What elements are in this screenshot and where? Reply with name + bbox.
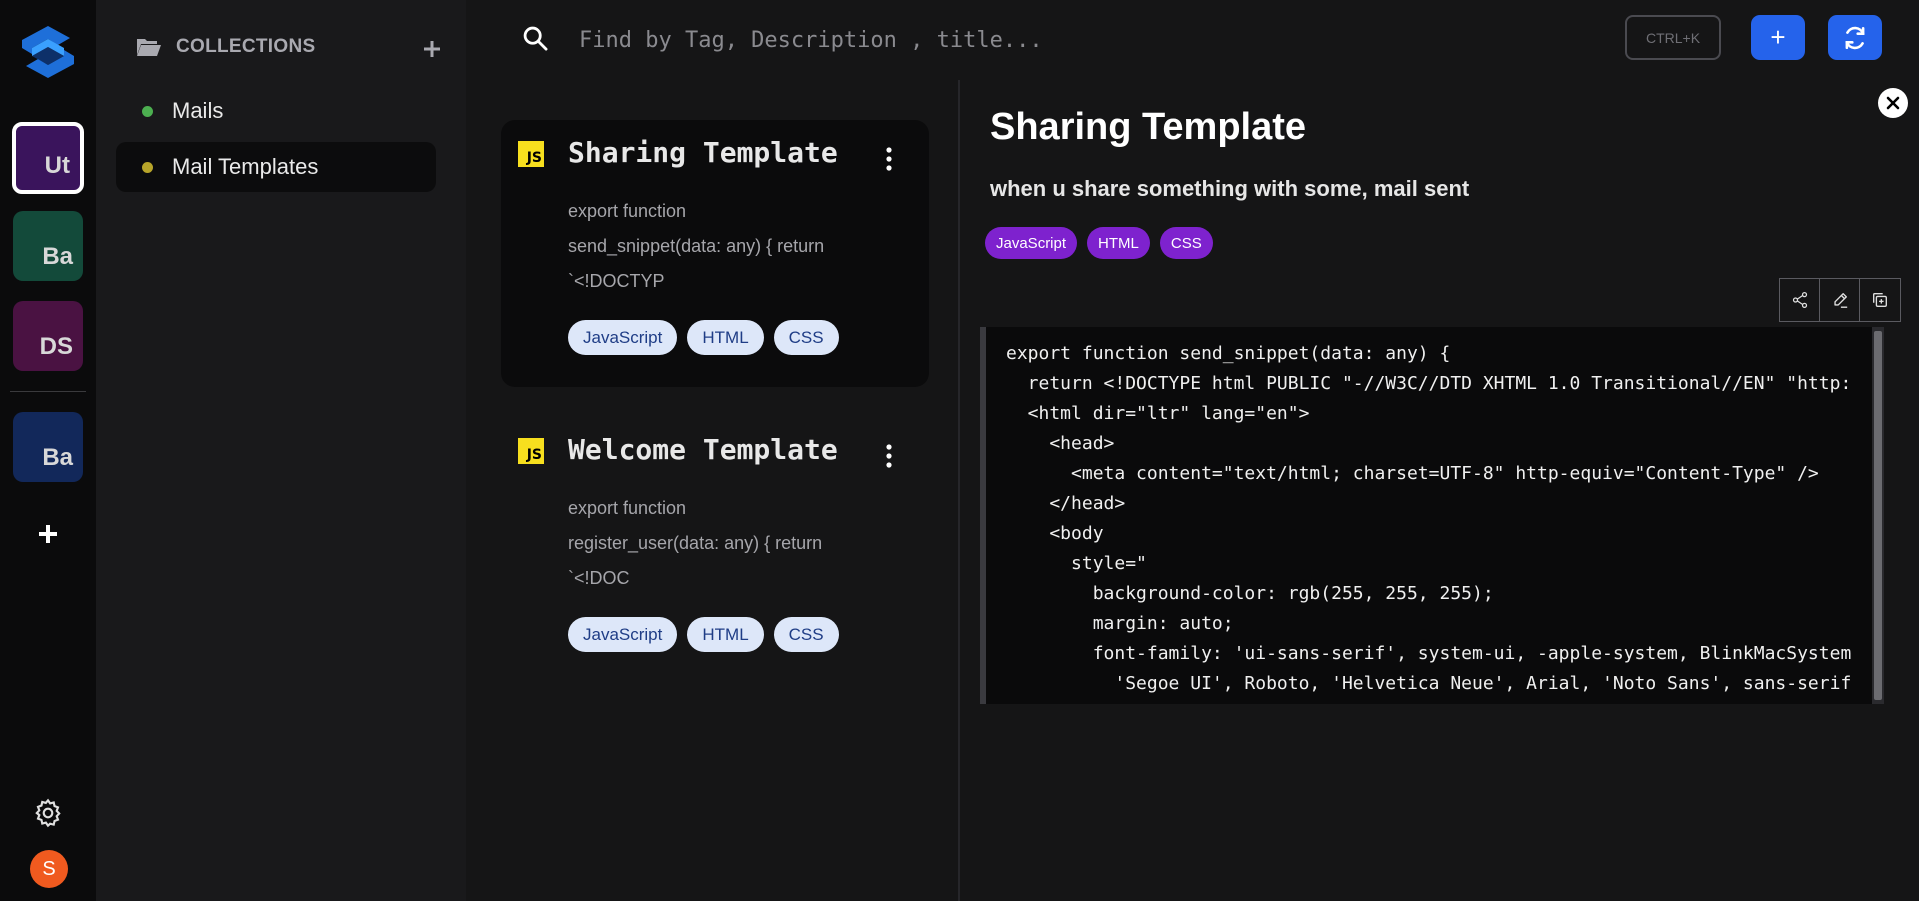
workspace-label: Ba xyxy=(42,444,73,471)
snippet-title: Welcome Template xyxy=(568,433,838,466)
collection-color-dot xyxy=(142,106,153,117)
copy-icon xyxy=(1873,293,1887,307)
snippet-card[interactable]: JS Sharing Template export function send… xyxy=(501,120,929,387)
collections-sidebar: COLLECTIONS Mails Mail Templates xyxy=(96,0,466,901)
collection-item-mails[interactable]: Mails xyxy=(116,86,436,136)
tag-javascript[interactable]: JavaScript xyxy=(985,227,1078,259)
code-content: export function send_snippet(data: any) … xyxy=(1006,343,1852,704)
tag-css[interactable]: CSS xyxy=(1159,227,1213,259)
code-scrollbar[interactable] xyxy=(1872,327,1884,704)
edit-pen-icon xyxy=(1833,293,1847,308)
more-options-icon[interactable] xyxy=(877,441,901,471)
javascript-icon: JS xyxy=(518,438,544,464)
description-line: `<!DOCTYP xyxy=(568,271,665,291)
workspace-rail: Ut Ba DS Ba S xyxy=(0,0,96,901)
search-input[interactable] xyxy=(579,18,1179,62)
collections-header: COLLECTIONS xyxy=(136,36,315,58)
add-snippet-button[interactable]: + xyxy=(1751,15,1805,60)
tag-css[interactable]: CSS xyxy=(773,320,839,355)
close-button[interactable] xyxy=(1878,88,1908,118)
more-options-icon[interactable] xyxy=(877,144,901,174)
snippet-description: export function send_snippet(data: any) … xyxy=(568,194,888,299)
snippet-tags: JavaScript HTML CSS xyxy=(568,320,839,355)
collections-title: COLLECTIONS xyxy=(176,36,316,57)
scrollbar-thumb[interactable] xyxy=(1874,331,1882,700)
workspace-label: DS xyxy=(39,333,73,360)
snippet-list: JS Sharing Template export function send… xyxy=(466,80,958,901)
tag-javascript[interactable]: JavaScript xyxy=(568,617,678,652)
workspace-label: Ut xyxy=(44,152,70,179)
gear-icon[interactable] xyxy=(32,797,64,829)
plus-icon xyxy=(424,41,440,57)
detail-tags: JavaScript HTML CSS xyxy=(985,227,1213,259)
code-viewer[interactable]: export function send_snippet(data: any) … xyxy=(980,327,1884,704)
detail-description: when u share something with some, mail s… xyxy=(990,176,1470,201)
description-line: export function xyxy=(568,201,687,221)
description-line: `<!DOC xyxy=(568,568,630,588)
plus-icon xyxy=(39,525,57,543)
tag-html[interactable]: HTML xyxy=(1087,227,1150,259)
refresh-icon xyxy=(1845,26,1865,49)
tag-html[interactable]: HTML xyxy=(687,320,764,355)
add-collection-button[interactable] xyxy=(418,34,446,64)
user-avatar[interactable]: S xyxy=(30,850,68,888)
workspace-ut[interactable]: Ut xyxy=(12,122,84,194)
add-workspace-button[interactable] xyxy=(30,516,66,552)
snippet-description: export function register_user(data: any)… xyxy=(568,491,888,596)
description-line: export function xyxy=(568,498,687,518)
search-icon xyxy=(523,26,548,51)
copy-button[interactable] xyxy=(1860,279,1900,321)
snippet-title: Sharing Template xyxy=(568,136,838,169)
tag-javascript[interactable]: JavaScript xyxy=(568,320,678,355)
workspace-label: Ba xyxy=(42,243,73,270)
rail-divider xyxy=(10,391,86,392)
javascript-icon: JS xyxy=(518,141,544,167)
add-snippet-label: + xyxy=(1770,22,1786,52)
collection-label: Mails xyxy=(172,98,224,123)
workspace-ba[interactable]: Ba xyxy=(13,211,83,281)
description-line: send_snippet(data: any) { return xyxy=(568,236,825,256)
tag-css[interactable]: CSS xyxy=(773,617,839,652)
edit-button[interactable] xyxy=(1820,279,1860,321)
collection-color-dot xyxy=(142,162,153,173)
snippet-tags: JavaScript HTML CSS xyxy=(568,617,839,652)
collection-item-mail-templates[interactable]: Mail Templates xyxy=(116,142,436,192)
workspace-ba-2[interactable]: Ba xyxy=(13,412,83,482)
shortcut-hint: CTRL+K xyxy=(1625,15,1721,60)
folder-open-icon xyxy=(137,39,161,56)
detail-title: Sharing Template xyxy=(990,106,1307,148)
collection-label: Mail Templates xyxy=(172,154,319,179)
description-line: register_user(data: any) { return xyxy=(568,533,823,553)
app-root: Ut Ba DS Ba S COLLECTIONS Mails Mail Tem… xyxy=(0,0,1919,901)
snippet-detail-panel: Sharing Template when u share something … xyxy=(960,80,1919,901)
code-toolbar xyxy=(1779,278,1901,322)
workspace-ds[interactable]: DS xyxy=(13,301,83,371)
top-bar: CTRL+K + xyxy=(466,0,1919,80)
tag-html[interactable]: HTML xyxy=(687,617,764,652)
close-icon xyxy=(1886,96,1900,110)
share-icon xyxy=(1792,291,1807,309)
refresh-button[interactable] xyxy=(1828,15,1882,60)
avatar-initial: S xyxy=(42,857,56,880)
snippet-card[interactable]: JS Welcome Template export function regi… xyxy=(501,417,929,684)
app-logo-icon[interactable] xyxy=(20,24,76,80)
share-button[interactable] xyxy=(1780,279,1820,321)
